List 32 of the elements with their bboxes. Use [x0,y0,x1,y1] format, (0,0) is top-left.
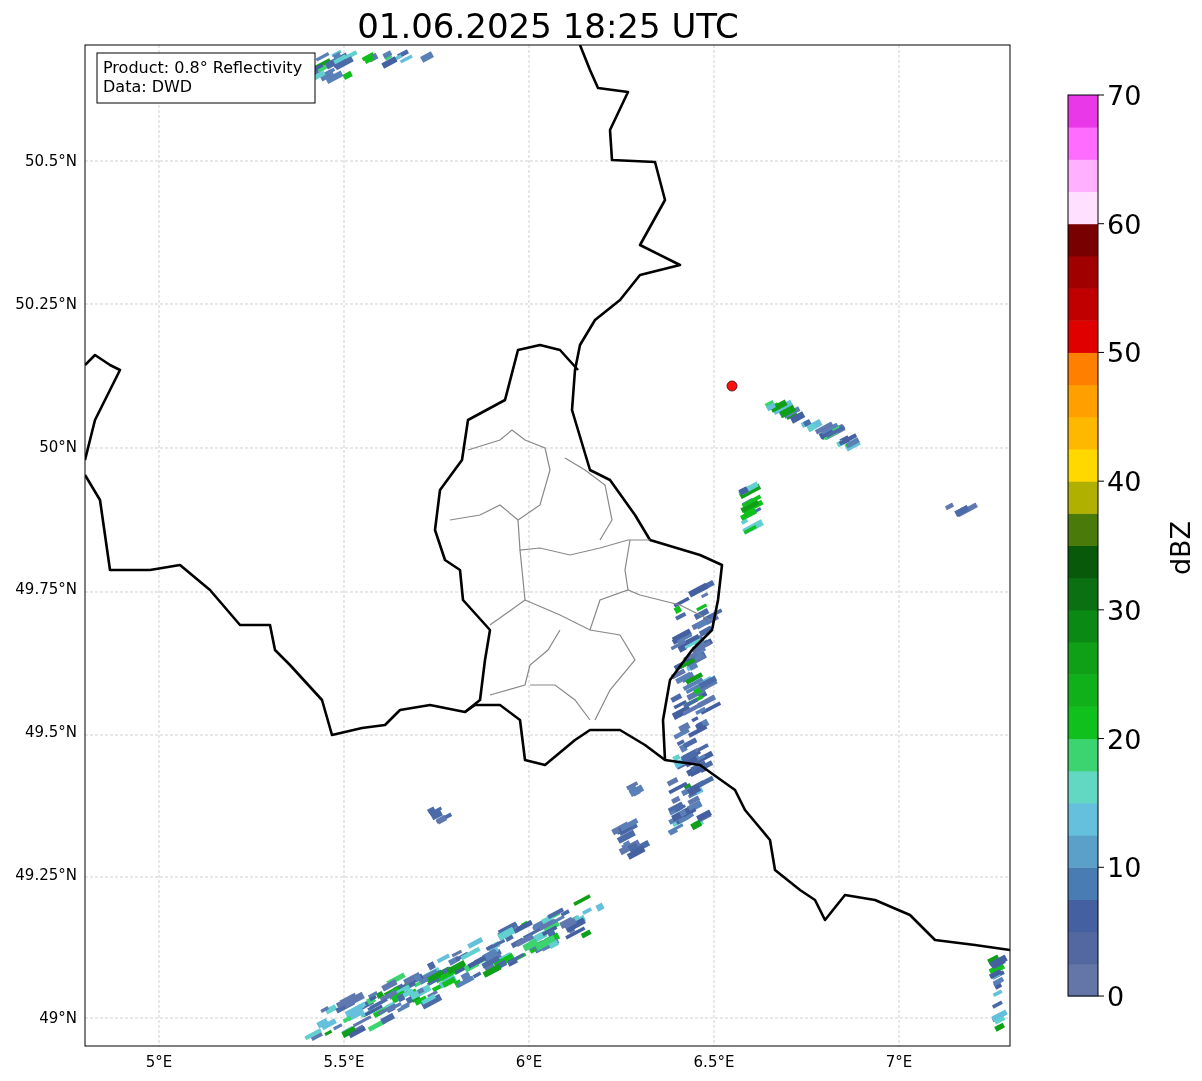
colorbar-tick-label: 20 [1107,723,1142,755]
longitude-label: 5.5°E [323,1053,365,1071]
latitude-label: 50°N [39,437,77,456]
latitude-label: 49°N [39,1008,77,1027]
colorbar-tick-label: 0 [1107,981,1125,1012]
colorbar-tick-label: 60 [1107,208,1142,240]
colorbar-tick-label: 70 [1107,80,1142,111]
latitude-label: 49.25°N [15,866,77,884]
colorbar-tick-label: 30 [1107,594,1142,626]
colorbar-tick-label: 50 [1107,337,1142,369]
colorbar-tick-label: 40 [1107,466,1142,498]
tick-mark [1097,609,1105,611]
latitude-label: 50.5°N [24,152,77,170]
latitude-label: 49.5°N [24,723,77,742]
legend-text: Data: DWD [103,77,193,96]
tick-mark [1097,351,1105,353]
tick-mark [1097,866,1105,868]
tick-mark [1097,94,1105,96]
longitude-label: 6.5°E [693,1053,735,1071]
chart-title: 01.06.2025 18:25 UTC [357,6,739,46]
legend-text: Product: 0.8° Reflectivity [103,58,303,77]
tick-mark [1097,738,1105,740]
latitude-label: 50.25°N [15,294,77,313]
tick-mark [1097,480,1105,482]
longitude-label: 5°E [145,1053,173,1071]
longitude-label: 7°E [885,1053,913,1071]
colorbar-tick-label: 10 [1107,852,1142,884]
tick-mark [1097,995,1105,997]
longitude-label: 6°E [515,1053,543,1071]
colorbar-axis-label: dBZ [1165,520,1196,576]
latitude-label: 49.75°N [15,580,77,599]
tick-mark [1097,223,1105,225]
